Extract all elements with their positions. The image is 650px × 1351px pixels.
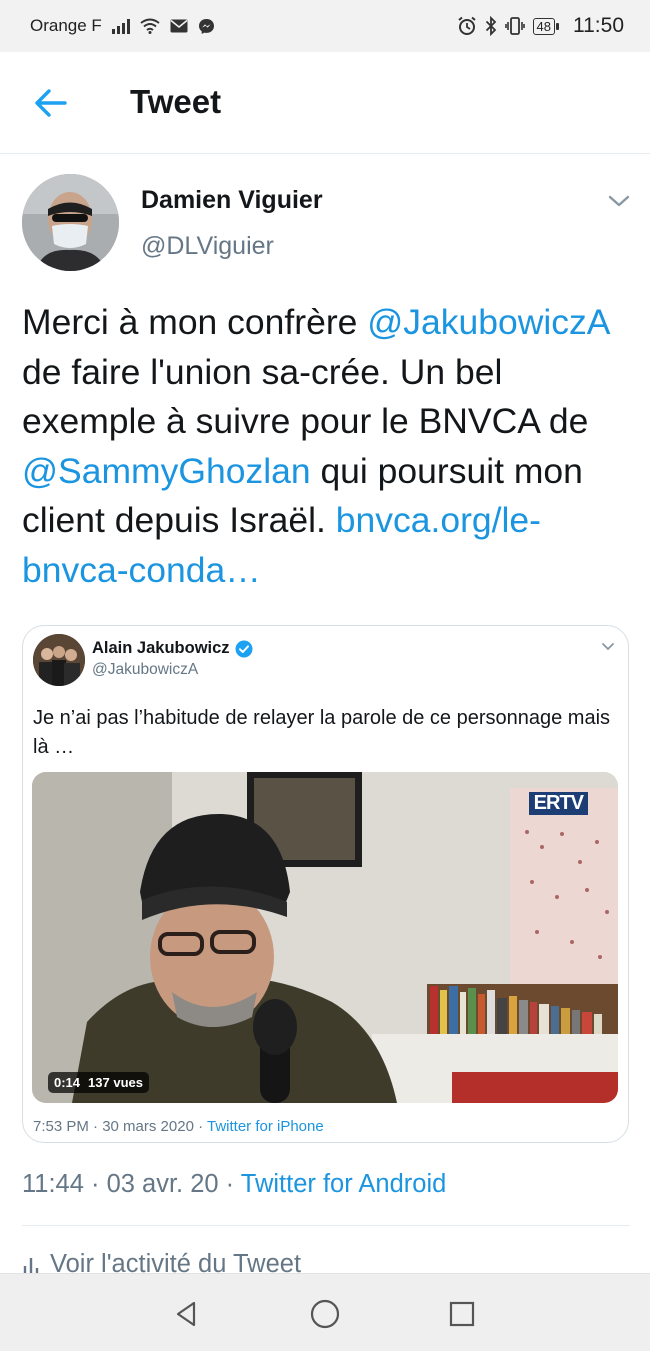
verified-badge-icon: [235, 640, 253, 657]
mention-link[interactable]: @JakubowiczA: [367, 302, 608, 342]
author-handle[interactable]: @DLViguier: [141, 232, 274, 261]
tweet-text-part: Merci à mon confrère: [22, 302, 368, 342]
view-activity-label: Voir l'activité du Tweet: [50, 1250, 302, 1274]
video-stats-badge: 0:14 137 vues: [48, 1072, 149, 1093]
signal-icon: [111, 18, 130, 34]
status-time: 11:50: [573, 14, 624, 37]
messenger-icon: [198, 18, 214, 34]
quoted-author-name: Alain Jakubowicz: [92, 639, 253, 658]
mention-link[interactable]: @SammyGhozlan: [22, 451, 311, 491]
quoted-author-avatar: [33, 634, 85, 686]
vibrate-icon: [504, 17, 525, 35]
quoted-tweet-card[interactable]: Alain Jakubowicz @JakubowiczA Je n’ai pa…: [22, 625, 629, 1143]
system-navigation-bar: [0, 1273, 650, 1351]
nav-recent-icon[interactable]: [448, 1300, 476, 1328]
chevron-down-icon[interactable]: [606, 192, 632, 210]
bluetooth-icon: [485, 16, 496, 36]
nav-home-icon[interactable]: [309, 1298, 341, 1330]
tweet-text-part: de faire l'union sa-crée. Un bel exemple…: [22, 351, 589, 442]
battery-level: 48: [532, 17, 555, 35]
alarm-icon: [457, 16, 476, 35]
app-header: Tweet: [0, 52, 650, 154]
status-bar: Orange F 48 11:50: [0, 0, 650, 52]
channel-logo: ERTV: [528, 792, 588, 815]
page-title: Tweet: [130, 83, 222, 120]
author-name[interactable]: Damien Viguier: [141, 186, 323, 215]
tweet-text: Merci à mon confrère @JakubowiczA de fai…: [22, 298, 638, 596]
wifi-icon: [140, 18, 160, 34]
battery-icon: 48: [532, 17, 559, 35]
quoted-author-name-text: Alain Jakubowicz: [92, 639, 230, 657]
arrow-left-icon[interactable]: [34, 88, 68, 118]
video-duration: 0:14: [54, 1075, 81, 1090]
quoted-tweet-text: Je n’ai pas l’habitude de relayer la par…: [33, 707, 611, 758]
quoted-tweet-footer: 7:53 PM · 30 mars 2020 · Twitter for iPh…: [33, 1118, 324, 1135]
video-views: 137 vues: [88, 1075, 143, 1090]
quoted-source-link[interactable]: Twitter for iPhone: [207, 1118, 324, 1135]
bar-chart-icon: [23, 1257, 39, 1274]
video-frame-image: [32, 772, 618, 1103]
tweet-timestamp: 11:44 · 03 avr. 20 ·: [22, 1170, 241, 1198]
chevron-down-icon[interactable]: [601, 642, 615, 652]
carrier-label: Orange F: [30, 16, 102, 35]
nav-back-icon[interactable]: [172, 1299, 202, 1329]
video-thumbnail[interactable]: ERTV 0:14 137 vues: [32, 772, 618, 1103]
quoted-author-handle: @JakubowiczA: [92, 661, 199, 678]
view-activity-button[interactable]: Voir l'activité du Tweet: [22, 1250, 301, 1274]
tweet-source-link[interactable]: Twitter for Android: [241, 1170, 447, 1198]
mail-icon: [170, 19, 188, 33]
divider: [22, 1225, 630, 1226]
author-avatar[interactable]: [22, 174, 119, 271]
quoted-timestamp: 7:53 PM · 30 mars 2020 ·: [33, 1118, 207, 1135]
tweet-metadata: 11:44 · 03 avr. 20 · Twitter for Android: [22, 1170, 446, 1199]
